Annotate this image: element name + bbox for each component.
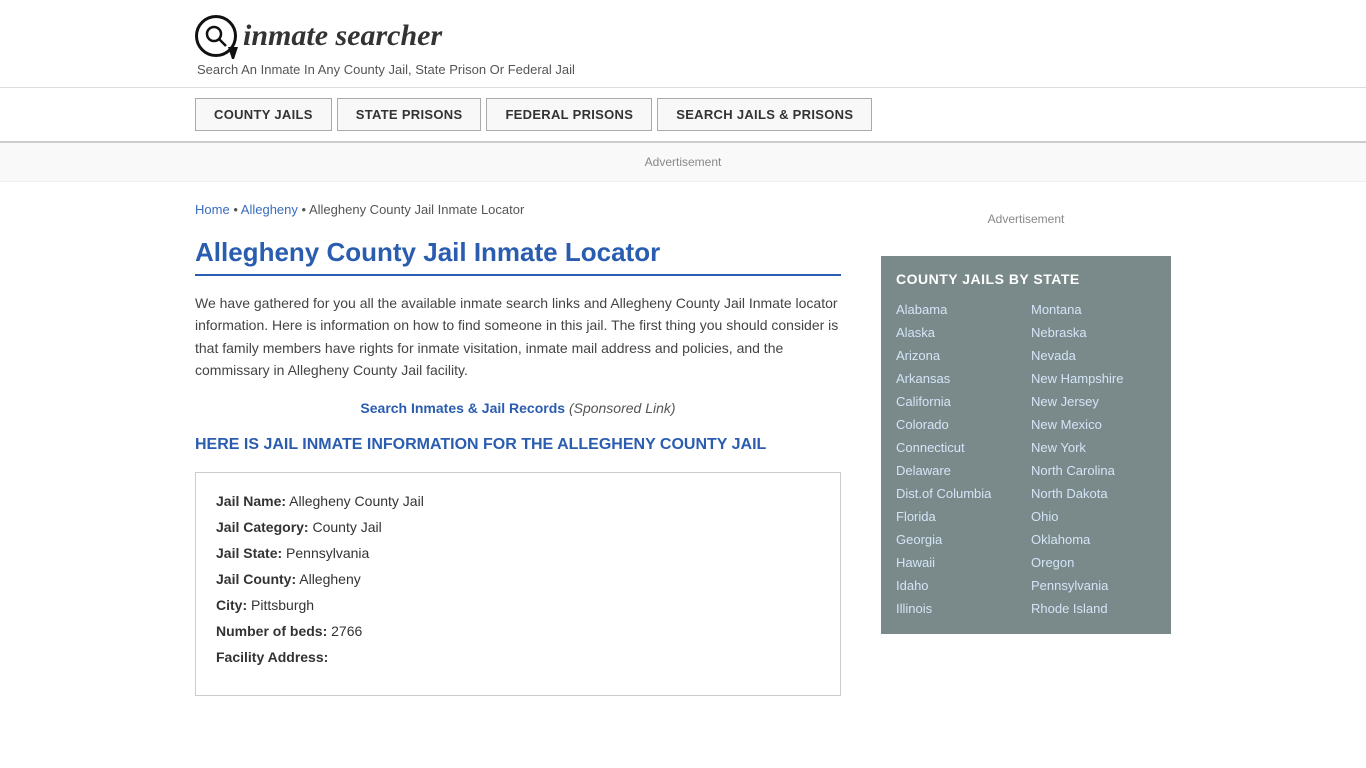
state-link[interactable]: Connecticut <box>896 437 1021 458</box>
jail-info-box: Jail Name: Allegheny County Jail Jail Ca… <box>195 472 841 696</box>
state-link[interactable]: Florida <box>896 506 1021 527</box>
sidebar: Advertisement COUNTY JAILS BY STATE Alab… <box>861 182 1171 736</box>
jail-name-label: Jail Name: <box>216 493 286 509</box>
states-grid: Alabama Montana Alaska Nebraska Arizona Nevad… <box>896 299 1156 619</box>
state-link[interactable]: Oklahoma <box>1031 529 1156 550</box>
site-logo-text: inmate searcher <box>243 19 442 53</box>
breadcrumb-sep2: • <box>302 202 309 217</box>
state-link[interactable]: California <box>896 391 1021 412</box>
state-link[interactable]: Dist.of Columbia <box>896 483 1021 504</box>
jail-address-label: Facility Address: <box>216 649 328 665</box>
jail-county-label: Jail County: <box>216 571 296 587</box>
county-jails-by-state-box: COUNTY JAILS BY STATE Alabama Montana Alas… <box>881 256 1171 634</box>
jail-beds: 2766 <box>331 623 362 639</box>
jail-city-row: City: Pittsburgh <box>216 597 820 613</box>
jail-state-label: Jail State: <box>216 545 282 561</box>
state-link[interactable]: Idaho <box>896 575 1021 596</box>
search-jails-button[interactable]: SEARCH JAILS & PRISONS <box>657 98 872 131</box>
state-link[interactable]: Nebraska <box>1031 322 1156 343</box>
sidebar-ad: Advertisement <box>881 202 1171 236</box>
site-tagline: Search An Inmate In Any County Jail, Sta… <box>197 62 1171 77</box>
sidebar-box-title: COUNTY JAILS BY STATE <box>896 271 1156 287</box>
sponsored-text: (Sponsored Link) <box>569 400 676 416</box>
state-link[interactable]: Ohio <box>1031 506 1156 527</box>
state-link[interactable]: Illinois <box>896 598 1021 619</box>
state-link[interactable]: New Jersey <box>1031 391 1156 412</box>
jail-category-label: Jail Category: <box>216 519 309 535</box>
state-link[interactable]: North Dakota <box>1031 483 1156 504</box>
page-title: Allegheny County Jail Inmate Locator <box>195 237 841 276</box>
state-link[interactable]: Rhode Island <box>1031 598 1156 619</box>
sponsored-link-block: Search Inmates & Jail Records (Sponsored… <box>195 400 841 416</box>
main-nav: COUNTY JAILS STATE PRISONS FEDERAL PRISO… <box>0 88 1366 143</box>
jail-state: Pennsylvania <box>286 545 369 561</box>
jail-name-row: Jail Name: Allegheny County Jail <box>216 493 820 509</box>
logo-icon <box>195 15 237 57</box>
jail-beds-row: Number of beds: 2766 <box>216 623 820 639</box>
state-link[interactable]: New Hampshire <box>1031 368 1156 389</box>
state-link[interactable]: Delaware <box>896 460 1021 481</box>
breadcrumb-sep1: • <box>233 202 238 217</box>
main-container: Home • Allegheny • Allegheny County Jail… <box>0 182 1366 736</box>
state-link[interactable]: Montana <box>1031 299 1156 320</box>
state-link[interactable]: Nevada <box>1031 345 1156 366</box>
top-ad-bar: Advertisement <box>0 143 1366 182</box>
state-link[interactable]: Arizona <box>896 345 1021 366</box>
jail-beds-label: Number of beds: <box>216 623 327 639</box>
state-link[interactable]: New Mexico <box>1031 414 1156 435</box>
breadcrumb-home[interactable]: Home <box>195 202 230 217</box>
main-content: Home • Allegheny • Allegheny County Jail… <box>195 182 861 736</box>
sponsored-link[interactable]: Search Inmates & Jail Records <box>360 400 565 416</box>
state-link[interactable]: Oregon <box>1031 552 1156 573</box>
jail-name: Allegheny County Jail <box>289 493 424 509</box>
state-prisons-button[interactable]: STATE PRISONS <box>337 98 482 131</box>
state-link[interactable]: Georgia <box>896 529 1021 550</box>
jail-category-val: County Jail <box>312 519 381 535</box>
logo-name: inmate searcher <box>243 19 442 52</box>
state-link[interactable]: New York <box>1031 437 1156 458</box>
state-link[interactable]: Colorado <box>896 414 1021 435</box>
state-link[interactable]: Pennsylvania <box>1031 575 1156 596</box>
state-link[interactable]: Arkansas <box>896 368 1021 389</box>
state-link[interactable]: Hawaii <box>896 552 1021 573</box>
sidebar-ad-label: Advertisement <box>988 212 1065 226</box>
state-link[interactable]: North Carolina <box>1031 460 1156 481</box>
section-heading: HERE IS JAIL INMATE INFORMATION FOR THE … <box>195 436 841 454</box>
jail-city: Pittsburgh <box>251 597 314 613</box>
logo-area: inmate searcher <box>195 15 1171 57</box>
jail-county-row: Jail County: Allegheny <box>216 571 820 587</box>
county-jails-button[interactable]: COUNTY JAILS <box>195 98 332 131</box>
federal-prisons-button[interactable]: FEDERAL PRISONS <box>486 98 652 131</box>
state-link[interactable]: Alaska <box>896 322 1021 343</box>
state-link[interactable]: Alabama <box>896 299 1021 320</box>
jail-address-row: Facility Address: <box>216 649 820 665</box>
jail-county: Allegheny <box>299 571 361 587</box>
header: inmate searcher Search An Inmate In Any … <box>0 0 1366 88</box>
ad-label: Advertisement <box>645 155 722 169</box>
jail-category-row: Jail Category: County Jail <box>216 519 820 535</box>
page-description: We have gathered for you all the availab… <box>195 292 841 382</box>
breadcrumb-current: Allegheny County Jail Inmate Locator <box>309 202 524 217</box>
breadcrumb-allegheny[interactable]: Allegheny <box>241 202 298 217</box>
breadcrumb: Home • Allegheny • Allegheny County Jail… <box>195 202 841 217</box>
jail-city-label: City: <box>216 597 247 613</box>
jail-state-row: Jail State: Pennsylvania <box>216 545 820 561</box>
